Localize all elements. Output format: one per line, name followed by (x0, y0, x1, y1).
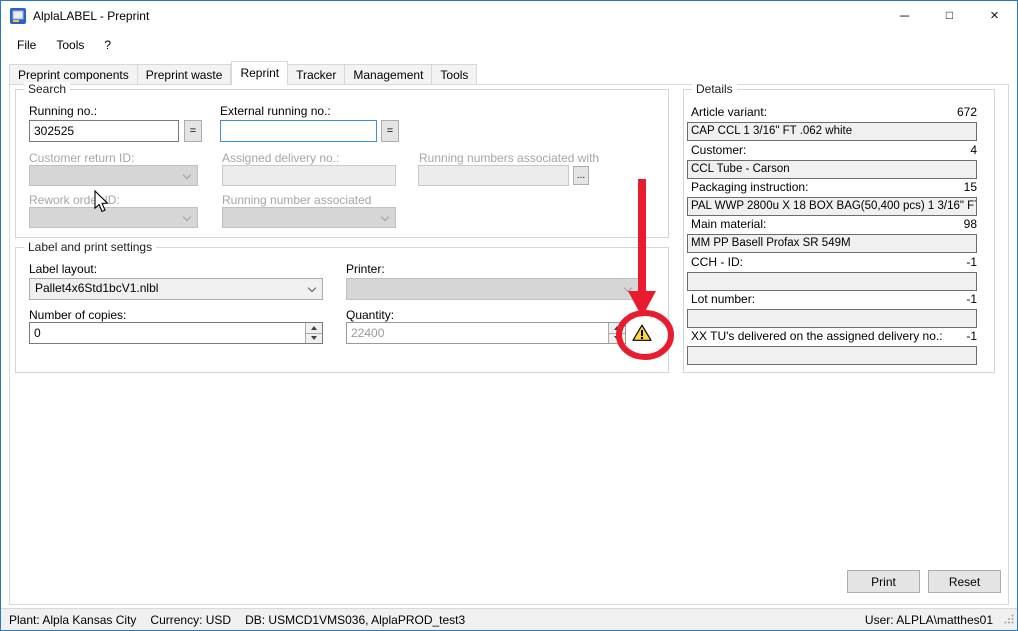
running-no-equals-button[interactable]: = (184, 120, 202, 142)
menu-help[interactable]: ? (94, 34, 121, 56)
menu-file[interactable]: File (7, 34, 46, 56)
running-no-label: Running no.: (29, 104, 97, 118)
label-layout-label: Label layout: (29, 262, 97, 276)
status-left: Plant: Alpla Kansas City Currency: USD D… (1, 613, 465, 627)
printer-dropdown[interactable] (346, 278, 639, 300)
search-group-title: Search (24, 82, 70, 96)
spin-up-button[interactable] (609, 323, 625, 333)
detail-value-box[interactable] (687, 309, 977, 328)
customer-return-id-label: Customer return ID: (29, 151, 134, 165)
number-of-copies-label: Number of copies: (29, 308, 126, 322)
running-number-associated-dropdown[interactable] (222, 207, 396, 228)
tab-management[interactable]: Management (345, 64, 432, 85)
spin-down-button[interactable] (609, 333, 625, 344)
detail-value-box[interactable]: CAP CCL 1 3/16" FT .062 white (687, 122, 977, 141)
detail-value-box[interactable] (687, 272, 977, 291)
running-numbers-associated-with-input[interactable] (418, 165, 569, 186)
details-group-title: Details (692, 82, 737, 96)
spin-down-icon (311, 336, 317, 340)
detail-count: -1 (691, 255, 977, 269)
status-bar: Plant: Alpla Kansas City Currency: USD D… (1, 608, 1017, 631)
spin-down-button[interactable] (306, 333, 322, 344)
label-print-settings-title: Label and print settings (24, 240, 156, 254)
label-layout-dropdown[interactable]: Pallet4x6Std1bcV1.nlbl (29, 278, 323, 300)
running-numbers-associated-with-label: Running numbers associated with (419, 151, 599, 165)
app-icon (10, 8, 26, 24)
spin-up-icon (614, 326, 620, 330)
quantity-label: Quantity: (346, 308, 394, 322)
running-no-input[interactable] (29, 120, 179, 142)
external-running-no-input[interactable] (220, 120, 377, 142)
status-db: DB: USMCD1VMS036, AlplaPROD_test3 (245, 613, 465, 627)
chevron-down-icon (308, 284, 316, 292)
detail-value-box[interactable]: PAL WWP 2800u X 18 BOX BAG(50,400 pcs) 1… (687, 197, 977, 216)
rework-order-id-label: Rework order ID: (29, 193, 120, 207)
spinner-buttons (305, 323, 322, 343)
tab-tools[interactable]: Tools (432, 64, 477, 85)
tab-strip: Preprint components Preprint waste Repri… (9, 61, 477, 85)
app-window: AlplaLABEL - Preprint ─ □ × File Tools ?… (0, 0, 1018, 631)
maximize-button[interactable]: □ (927, 1, 972, 30)
detail-value-box[interactable]: CCL Tube - Carson (687, 160, 977, 179)
detail-value-box[interactable]: MM PP Basell Profax SR 549M (687, 234, 977, 253)
assigned-delivery-no-label: Assigned delivery no.: (222, 151, 339, 165)
customer-return-id-dropdown[interactable] (29, 165, 198, 186)
tab-preprint-waste[interactable]: Preprint waste (138, 64, 232, 85)
minimize-button[interactable]: ─ (882, 1, 927, 30)
detail-count: 15 (691, 180, 977, 194)
printer-label: Printer: (346, 262, 385, 276)
chevron-down-icon (183, 213, 191, 221)
detail-count: -1 (691, 292, 977, 306)
title-bar: AlplaLABEL - Preprint ─ □ × (1, 1, 1017, 31)
rework-order-id-dropdown[interactable] (29, 207, 198, 228)
detail-value-box[interactable] (687, 346, 977, 365)
print-button[interactable]: Print (847, 570, 920, 593)
spinner-buttons (608, 323, 625, 343)
detail-count: 98 (691, 217, 977, 231)
status-plant: Plant: Alpla Kansas City (9, 613, 136, 627)
reset-button[interactable]: Reset (928, 570, 1001, 593)
spin-up-icon (311, 326, 317, 330)
chevron-down-icon (624, 284, 632, 292)
detail-count: -1 (691, 329, 977, 343)
detail-count: 4 (691, 143, 977, 157)
tab-reprint[interactable]: Reprint (231, 61, 288, 85)
external-running-no-label: External running no.: (220, 104, 331, 118)
label-layout-value: Pallet4x6Std1bcV1.nlbl (35, 281, 158, 295)
spin-up-button[interactable] (306, 323, 322, 333)
status-currency: Currency: USD (150, 613, 231, 627)
close-button[interactable]: × (972, 1, 1017, 30)
tab-tracker[interactable]: Tracker (288, 64, 345, 85)
menu-tools[interactable]: Tools (46, 34, 94, 56)
window-title: AlplaLABEL - Preprint (33, 9, 149, 23)
menu-bar: File Tools ? (1, 31, 1017, 59)
spin-down-icon (614, 336, 620, 340)
chevron-down-icon (381, 213, 389, 221)
quantity-stepper[interactable] (346, 322, 626, 344)
external-running-no-equals-button[interactable]: = (381, 120, 399, 142)
number-of-copies-input[interactable] (30, 323, 304, 343)
detail-count: 672 (691, 105, 977, 119)
chevron-down-icon (183, 171, 191, 179)
number-of-copies-stepper[interactable] (29, 322, 323, 344)
assigned-delivery-no-input[interactable] (222, 165, 396, 186)
status-user: User: ALPLA\matthes01 (865, 609, 993, 631)
quantity-input[interactable] (347, 323, 607, 343)
running-numbers-browse-button[interactable]: ... (573, 166, 589, 185)
running-number-associated-label: Running number associated (222, 193, 371, 207)
resize-grip-icon[interactable] (1004, 613, 1014, 627)
